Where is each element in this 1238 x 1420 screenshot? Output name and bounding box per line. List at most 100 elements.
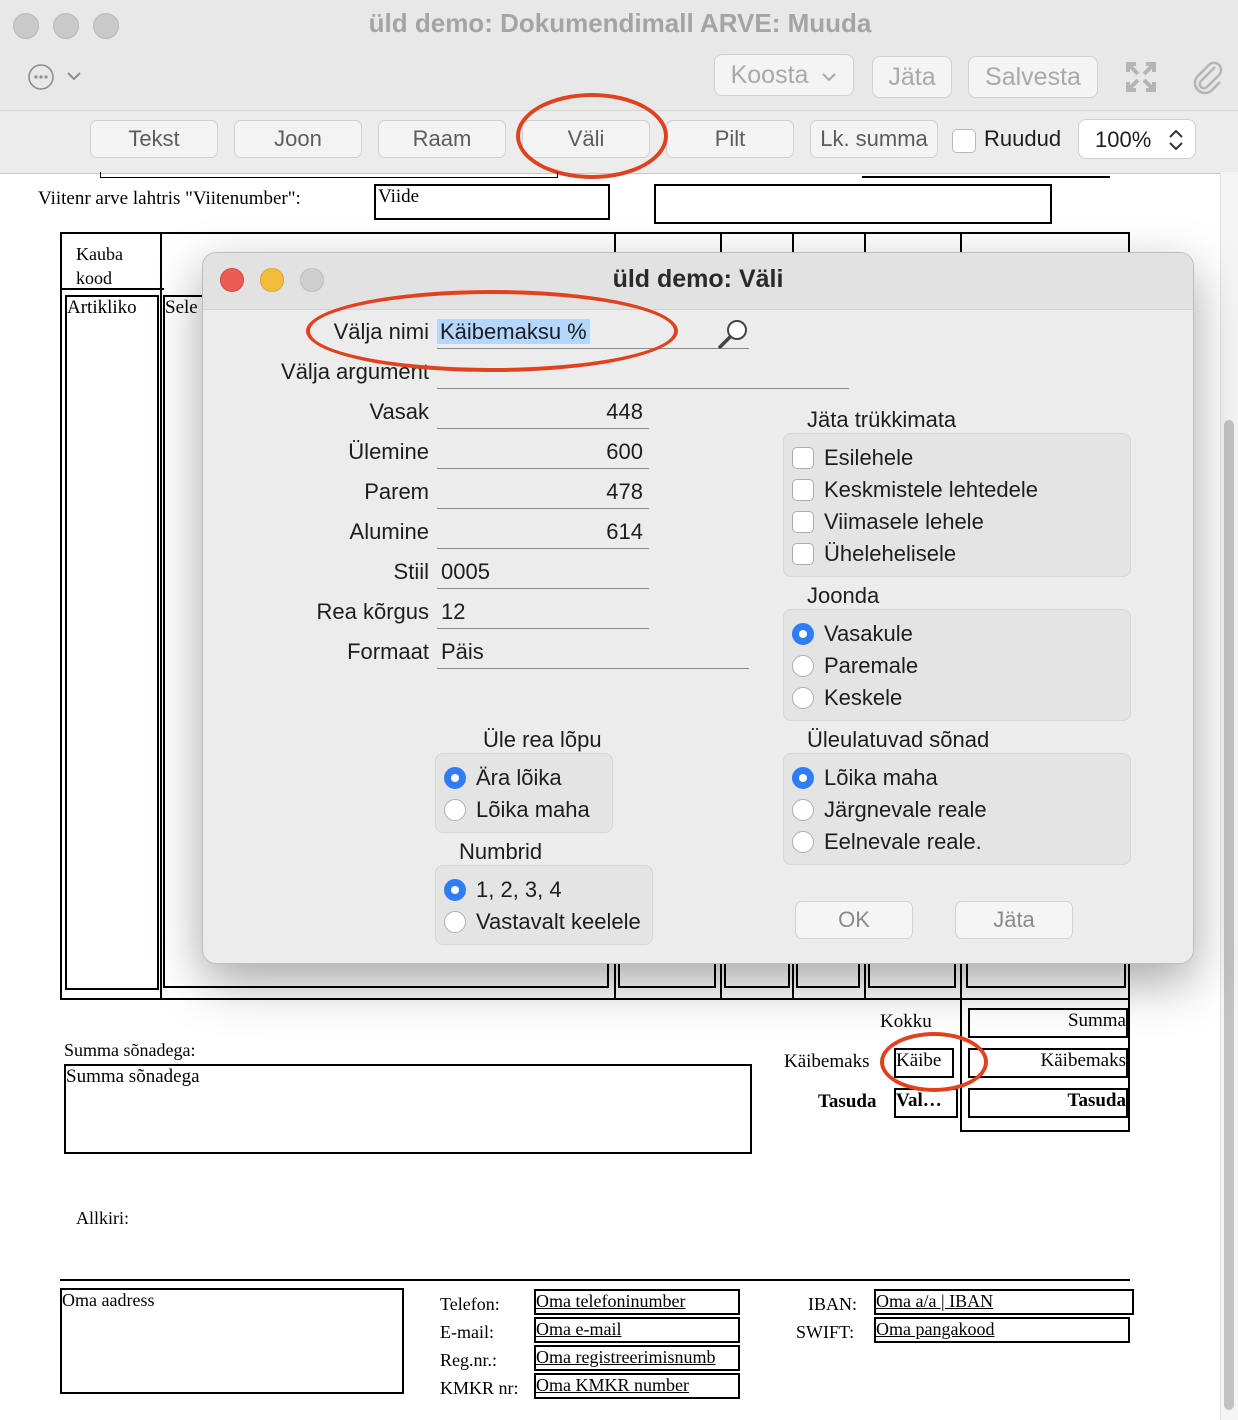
allkiri-label: Allkiri: — [76, 1208, 129, 1228]
vasakule-label: Vasakule — [824, 621, 913, 646]
iban-field[interactable]: Oma a/a | IBAN — [874, 1289, 1134, 1315]
magnifier-icon[interactable] — [717, 317, 751, 351]
zoom-window-button[interactable] — [93, 13, 119, 39]
tool-tekst[interactable]: Tekst — [90, 120, 218, 158]
uleulatuvad-title: Üleulatuvad sõnad — [807, 727, 990, 752]
vasak-input[interactable]: 448 — [437, 397, 649, 429]
kmkr-field[interactable]: Oma KMKR number — [534, 1373, 740, 1399]
radio-dot — [444, 879, 466, 901]
fullscreen-icon[interactable] — [1124, 60, 1158, 94]
joonda-vasakule-radio[interactable]: Vasakule — [792, 618, 913, 650]
dialog-titlebar: üld demo: Väli — [203, 253, 1193, 310]
vasak-label: Vasak — [369, 399, 429, 424]
doc-partial-line — [862, 172, 1110, 178]
zoom-select[interactable]: 100% — [1078, 119, 1196, 159]
viide-field[interactable]: Viide — [374, 184, 610, 220]
annotation-ring-valja-nimi — [306, 290, 678, 372]
formaat-input[interactable]: Päis — [437, 637, 749, 669]
radio-dot — [792, 831, 814, 853]
more-menu-button[interactable] — [26, 62, 86, 92]
dialog-close-button[interactable] — [220, 268, 244, 292]
tool-pilt[interactable]: Pilt — [666, 120, 794, 158]
email-label: E-mail: — [440, 1322, 494, 1342]
radio-dot — [444, 911, 466, 933]
totals-bottom-line — [960, 1130, 1130, 1132]
joonda-keskele-radio[interactable]: Keskele — [792, 682, 902, 714]
regnr-label: Reg.nr.: — [440, 1350, 497, 1370]
koosta-dropdown[interactable]: Koosta — [714, 54, 854, 96]
numbrid-keelele-radio[interactable]: Vastavalt keelele — [444, 906, 641, 938]
summa-field[interactable]: Summa — [968, 1008, 1128, 1038]
jata-button[interactable]: Jäta — [872, 56, 952, 98]
parem-input[interactable]: 478 — [437, 477, 649, 509]
ara-loika-radio[interactable]: Ära lõika — [444, 762, 562, 794]
uleulatuvad-group: Lõika maha Järgnevale reale Eelnevale re… — [783, 753, 1131, 865]
checkbox-box — [792, 511, 814, 533]
esilehele-checkbox[interactable]: Esilehele — [792, 442, 913, 474]
paperclip-icon[interactable] — [1190, 58, 1226, 96]
annotation-ring-kaibe — [880, 1032, 988, 1092]
uleulatuvad-jargnevale-radio[interactable]: Järgnevale reale — [792, 794, 987, 826]
joonda-paremale-radio[interactable]: Paremale — [792, 650, 918, 682]
ulemine-input[interactable]: 600 — [437, 437, 649, 469]
dialog-zoom-button[interactable] — [300, 268, 324, 292]
alumine-label: Alumine — [349, 519, 429, 544]
swift-field[interactable]: Oma pangakood — [874, 1317, 1130, 1343]
artikliko-column[interactable]: Artikliko — [65, 295, 159, 990]
numbrid-1234-radio[interactable]: 1, 2, 3, 4 — [444, 874, 562, 906]
keskmistele-checkbox[interactable]: Keskmistele lehtedele — [792, 474, 1038, 506]
checkbox-box — [792, 543, 814, 565]
uleulatuvad-loika-radio[interactable]: Lõika maha — [792, 762, 938, 794]
ruudud-checkbox[interactable] — [952, 129, 976, 153]
ok-button[interactable]: OK — [795, 901, 913, 939]
checkbox-box — [792, 479, 814, 501]
parem-label: Parem — [364, 479, 429, 504]
empty-field[interactable] — [654, 184, 1052, 224]
dialog-cancel-button[interactable]: Jäta — [955, 901, 1073, 939]
scrollbar-thumb[interactable] — [1224, 420, 1234, 1410]
close-window-button[interactable] — [13, 13, 39, 39]
tasuda-field[interactable]: Tasuda — [968, 1088, 1128, 1118]
radio-dot — [792, 655, 814, 677]
alumine-input[interactable]: 614 — [437, 517, 649, 549]
uhelehelisele-checkbox[interactable]: Ühelehelisele — [792, 538, 956, 570]
viitenr-label: Viitenr arve lahtris "Viitenumber": — [38, 188, 301, 209]
tool-raam[interactable]: Raam — [378, 120, 506, 158]
uleulatuvad-eelnevale-radio[interactable]: Eelnevale reale. — [792, 826, 982, 858]
numbrid-1234-label: 1, 2, 3, 4 — [476, 877, 562, 902]
stiil-input[interactable]: 0005 — [437, 557, 649, 589]
radio-dot — [792, 623, 814, 645]
kaibemaks-field[interactable]: Käibemaks — [968, 1048, 1128, 1078]
summa-sonadega-field[interactable]: Summa sõnadega — [64, 1064, 752, 1154]
keskele-label: Keskele — [824, 685, 903, 710]
salvesta-button[interactable]: Salvesta — [968, 56, 1098, 98]
totals-right-line — [1128, 1000, 1130, 1132]
tool-joon[interactable]: Joon — [234, 120, 362, 158]
radio-dot — [792, 687, 814, 709]
oma-aadress-field[interactable]: Oma aadress — [60, 1288, 404, 1394]
rea-loika-maha-radio[interactable]: Lõika maha — [444, 794, 590, 826]
vali-dialog: üld demo: Väli Välja nimi Käibemaksu % V… — [202, 252, 1194, 964]
viimasele-checkbox[interactable]: Viimasele lehele — [792, 506, 984, 538]
kaibemaks-label: Käibemaks — [784, 1051, 870, 1072]
ule-rea-lopu-group: Ära lõika Lõika maha — [435, 753, 613, 833]
val-field[interactable]: Val… — [894, 1088, 958, 1118]
rea-korgus-input[interactable]: 12 — [437, 597, 649, 629]
ruudud-label: Ruudud — [984, 126, 1062, 151]
ule-rea-lopu-title: Üle rea lõpu — [483, 727, 602, 752]
kauba-kood-header: Kauba kood — [76, 244, 123, 288]
radio-dot — [792, 799, 814, 821]
regnr-field[interactable]: Oma registreerimisnumb — [534, 1345, 740, 1371]
tool-lk-summa[interactable]: Lk. summa — [810, 120, 938, 158]
table-divider — [160, 232, 162, 1000]
jata-trukkimata-group: Esilehele Keskmistele lehtedele Viimasel… — [783, 433, 1131, 577]
chevron-down-icon — [822, 73, 837, 82]
doc-partial-box — [100, 172, 558, 178]
rea-korgus-label: Rea kõrgus — [316, 599, 429, 624]
minimize-window-button[interactable] — [53, 13, 79, 39]
dialog-minimize-button[interactable] — [260, 268, 284, 292]
numbrid-group: 1, 2, 3, 4 Vastavalt keelele — [435, 865, 653, 945]
telefon-field[interactable]: Oma telefoninumber — [534, 1289, 740, 1315]
joonda-group: Vasakule Paremale Keskele — [783, 609, 1131, 721]
email-field[interactable]: Oma e-mail — [534, 1317, 740, 1343]
